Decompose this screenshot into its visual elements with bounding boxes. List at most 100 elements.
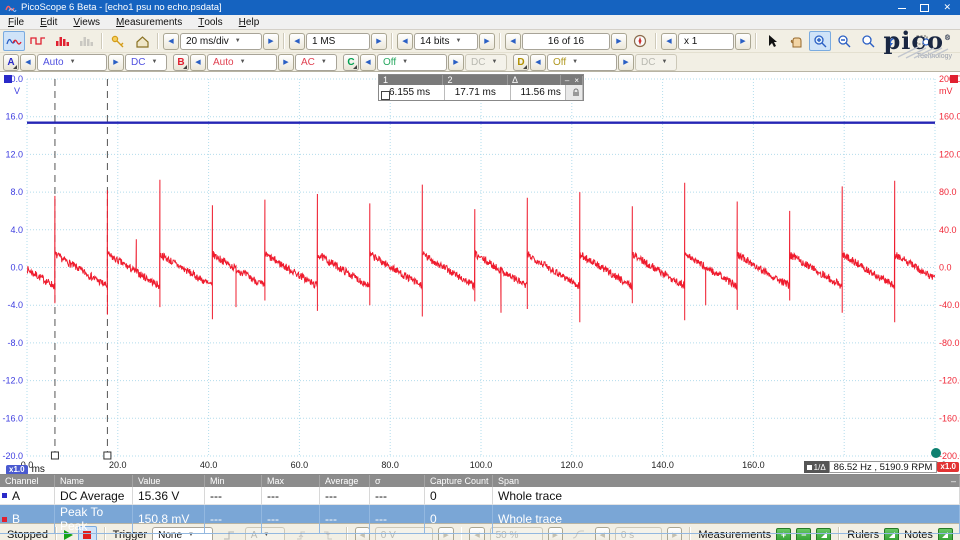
zoom-out-icon — [837, 34, 851, 48]
maximize-icon[interactable] — [920, 4, 929, 12]
timebase-prev-button[interactable]: ◀ — [163, 33, 179, 50]
timebase-select[interactable]: 20 ms/div ▼ — [180, 33, 262, 50]
persistence-mode-button[interactable] — [75, 31, 97, 51]
samples-prev-button[interactable]: ◀ — [289, 33, 305, 50]
channel-b-button[interactable]: B — [173, 54, 189, 71]
channel-a-coupling-select[interactable]: DC ▼ — [125, 54, 167, 71]
buffer-next-button[interactable]: ▶ — [611, 33, 627, 50]
frequency-legend[interactable]: 1/Δ 86.52 Hz , 5190.9 RPM x1.0 — [804, 461, 959, 473]
zoom-factor-field[interactable]: x 1 — [678, 33, 734, 50]
zoom-next-button[interactable]: ▶ — [735, 33, 751, 50]
resolution-select[interactable]: 14 bits ▼ — [414, 33, 478, 50]
chevron-down-icon: ▼ — [402, 59, 408, 65]
channel-d-button[interactable]: D — [513, 54, 529, 71]
channel-b-range-select[interactable]: Auto ▼ — [207, 54, 277, 71]
pan-tool-button[interactable] — [785, 31, 807, 51]
toolbar-separator — [283, 33, 285, 49]
svg-text:100.0: 100.0 — [470, 460, 493, 470]
zoom-out-tool-button[interactable] — [833, 31, 855, 51]
channel-a-range-select[interactable]: Auto ▼ — [37, 54, 107, 71]
channel-d-range-down-button[interactable]: ◀ — [530, 54, 546, 71]
channel-a-range-up-button[interactable]: ▶ — [108, 54, 124, 71]
ruler-box-close-icon[interactable]: × — [574, 76, 579, 85]
resolution-next-button[interactable]: ▶ — [479, 33, 495, 50]
svg-text:-4.0: -4.0 — [7, 300, 23, 310]
ruler-lock-icon[interactable] — [566, 85, 583, 100]
samples-control: ◀ 1 MS ▶ — [289, 33, 387, 50]
falling-edge-button[interactable] — [317, 525, 339, 540]
menu-views[interactable]: Views — [65, 15, 108, 29]
chevron-down-icon: ▼ — [240, 59, 246, 65]
channel-c-range-up-button[interactable]: ▶ — [448, 54, 464, 71]
svg-text:V: V — [14, 86, 20, 96]
ruler-box-header[interactable]: 1 2 Δ – × — [379, 75, 583, 85]
buffer-prev-button[interactable]: ◀ — [505, 33, 521, 50]
ruler-readout-box[interactable]: 1 2 Δ – × 6.155 ms 17.71 ms 11.56 ms — [378, 74, 584, 101]
channel-c-range-select[interactable]: Off ▼ — [377, 54, 447, 71]
svg-text:-80.0: -80.0 — [939, 338, 960, 348]
key-icon — [111, 35, 125, 48]
channel-b-range-up-button[interactable]: ▶ — [278, 54, 294, 71]
title-bar: PicoScope 6 Beta - [echo1 psu no echo.ps… — [0, 0, 960, 15]
menu-file[interactable]: File — [0, 15, 32, 29]
channel-a-range-down-button[interactable]: ◀ — [20, 54, 36, 71]
channel-toolbar: A ◀ Auto ▼ ▶ DC ▼ B ◀ Auto ▼ ▶ AC ▼ — [0, 53, 960, 72]
waveform-plot[interactable]: 20.016.012.08.04.00.0-4.0-8.0-12.0-16.0-… — [0, 72, 960, 474]
channel-b-coupling-select[interactable]: AC ▼ — [295, 54, 337, 71]
spectrum-view-button[interactable] — [51, 31, 73, 51]
zoom-prev-button[interactable]: ◀ — [661, 33, 677, 50]
svg-text:120.0: 120.0 — [561, 460, 584, 470]
rising-edge-icon — [222, 529, 236, 540]
samples-next-button[interactable]: ▶ — [371, 33, 387, 50]
chevron-down-icon: ▼ — [661, 59, 667, 65]
svg-text:60.0: 60.0 — [291, 460, 309, 470]
probe-setup-button[interactable] — [107, 31, 129, 51]
measurement-row-a[interactable]: A DC Average 15.36 V --- --- --- --- 0 W… — [0, 487, 960, 505]
home-settings-button[interactable] — [131, 31, 153, 51]
table-minimize-icon[interactable]: – — [951, 476, 956, 486]
channel-c-button[interactable]: C — [343, 54, 359, 71]
ruler-delta-header: Δ — [508, 75, 561, 85]
svg-text:120.0: 120.0 — [939, 149, 960, 159]
channel-d-range-select[interactable]: Off ▼ — [547, 54, 617, 71]
signal-generator-button[interactable] — [27, 31, 49, 51]
buffer-overview-button[interactable] — [629, 31, 651, 51]
rising-edge-button[interactable] — [290, 525, 312, 540]
channel-b-range-down-button[interactable]: ◀ — [190, 54, 206, 71]
menu-help[interactable]: Help — [231, 15, 268, 29]
channel-c-coupling-select[interactable]: DC ▼ — [465, 54, 507, 71]
resolution-prev-button[interactable]: ◀ — [397, 33, 413, 50]
svg-text:40.0: 40.0 — [939, 225, 957, 235]
spectrum-bars-icon — [54, 35, 70, 47]
channel-a-button[interactable]: A — [3, 54, 19, 71]
channel-c-range-down-button[interactable]: ◀ — [360, 54, 376, 71]
buffer-index-field[interactable]: 16 of 16 — [522, 33, 610, 50]
svg-text:0.0: 0.0 — [939, 263, 952, 273]
measurement-row-b[interactable]: B Peak To Peak 150.8 mV --- --- --- --- … — [0, 505, 960, 523]
close-icon[interactable]: ✕ — [943, 3, 951, 12]
frequency-value: 86.52 Hz , 5190.9 RPM — [829, 461, 938, 473]
svg-text:mV: mV — [939, 86, 953, 96]
zoom-in-tool-button[interactable] — [809, 31, 831, 51]
timebase-next-button[interactable]: ▶ — [263, 33, 279, 50]
minimize-icon[interactable] — [898, 7, 906, 9]
menu-measurements[interactable]: Measurements — [108, 15, 190, 29]
ruler-box-drag-handle[interactable] — [381, 91, 390, 100]
pico-technology-logo: pico® Technology — [860, 27, 952, 65]
frequency-legend-handle[interactable]: 1/Δ — [804, 461, 829, 473]
samples-input[interactable]: 1 MS — [306, 33, 370, 50]
menu-tools[interactable]: Tools — [190, 15, 230, 29]
trigger-edge-button[interactable] — [218, 525, 240, 540]
ruler-box-minimize-icon[interactable]: – — [565, 76, 569, 85]
app-icon — [5, 3, 17, 13]
svg-text:-120.0: -120.0 — [939, 376, 960, 386]
trigger-delay-button[interactable] — [568, 525, 590, 540]
pointer-tool-button[interactable] — [761, 31, 783, 51]
scope-view-button[interactable] — [3, 31, 25, 51]
channel-d-range-up-button[interactable]: ▶ — [618, 54, 634, 71]
channel-d-coupling-select[interactable]: DC ▼ — [635, 54, 677, 71]
scope-graph[interactable]: 20.016.012.08.04.00.0-4.0-8.0-12.0-16.0-… — [0, 72, 960, 474]
picoscope-window: PicoScope 6 Beta - [echo1 psu no echo.ps… — [0, 0, 960, 540]
main-toolbar: ◀ 20 ms/div ▼ ▶ ◀ 1 MS ▶ ◀ 14 bits ▼ ▶ — [0, 30, 960, 53]
menu-edit[interactable]: Edit — [32, 15, 65, 29]
